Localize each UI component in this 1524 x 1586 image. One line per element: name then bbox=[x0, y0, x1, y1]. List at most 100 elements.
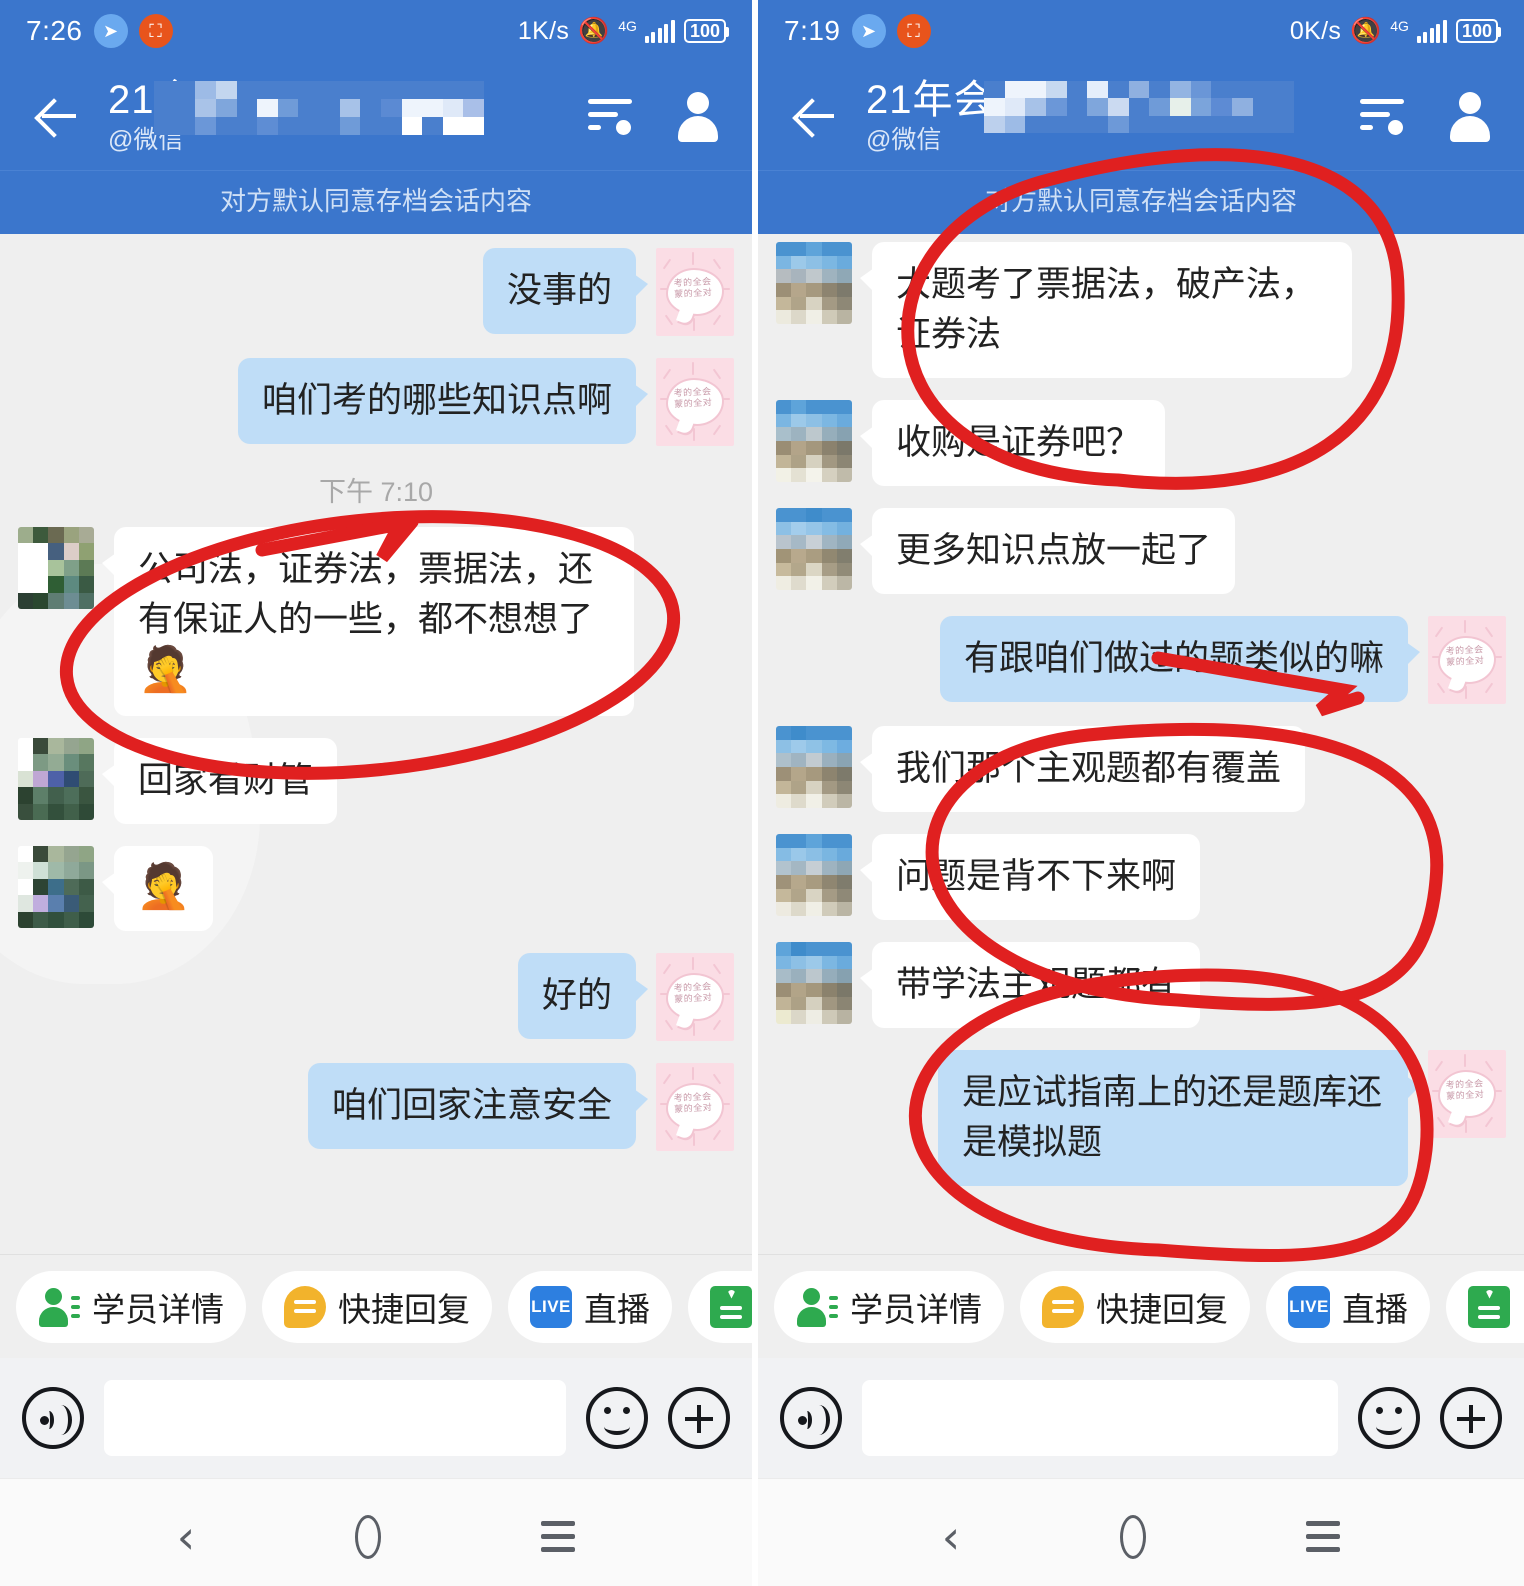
person-icon[interactable] bbox=[676, 92, 720, 142]
back-arrow-icon[interactable] bbox=[26, 88, 82, 144]
message-input-bar bbox=[0, 1358, 752, 1478]
person-icon[interactable] bbox=[1448, 92, 1492, 142]
avatar[interactable] bbox=[776, 942, 852, 1024]
battery-level: 100 bbox=[683, 19, 730, 43]
network-type-label: 4G bbox=[618, 17, 637, 34]
back-arrow-icon[interactable] bbox=[784, 88, 840, 144]
voice-icon[interactable] bbox=[780, 1387, 842, 1449]
message-bubble[interactable]: 咱们考的哪些知识点啊 bbox=[237, 358, 649, 444]
avatar[interactable] bbox=[776, 834, 852, 916]
quick-action-live[interactable]: LIVE 直播 bbox=[508, 1270, 672, 1343]
app-header: 21年会 @微信 bbox=[758, 62, 1524, 170]
avatar[interactable]: 考的全会 蒙的全对 bbox=[1428, 1050, 1506, 1138]
avatar[interactable] bbox=[776, 242, 852, 324]
message-bubble[interactable]: 咱们回家注意安全 bbox=[307, 1063, 649, 1149]
avatar[interactable] bbox=[18, 527, 94, 609]
message-bubble[interactable]: 回家看财管 bbox=[101, 738, 338, 824]
message-row: 咱们回家注意安全 考的全会 蒙的全对 bbox=[0, 1063, 752, 1151]
message-row: 有跟咱们做过的题类似的嘛 考的全会 蒙的全对 bbox=[758, 616, 1524, 704]
telegram-icon: ➤ bbox=[851, 14, 886, 48]
message-input[interactable] bbox=[862, 1380, 1338, 1456]
message-bubble[interactable]: 更多知识点放一起了 bbox=[859, 508, 1236, 594]
person-detail-icon bbox=[796, 1286, 838, 1328]
page-title: 21年会 bbox=[866, 78, 995, 122]
network-speed: 1K/s bbox=[517, 16, 570, 45]
message-bubble[interactable]: 好的 bbox=[517, 953, 649, 1039]
nav-back-icon[interactable]: ‹ bbox=[942, 1514, 960, 1560]
page-title: 21全 bbox=[108, 78, 196, 122]
filter-icon[interactable] bbox=[588, 96, 634, 136]
product-album-icon bbox=[1468, 1285, 1510, 1328]
archive-notice: 对方默认同意存档会话内容 bbox=[758, 170, 1524, 234]
message-row: 公司法，证券法，票据法，还有保证人的一些，都不想想了 🤦 bbox=[0, 527, 752, 716]
message-bubble[interactable]: 🤦 bbox=[102, 846, 213, 931]
avatar[interactable]: 考的全会 蒙的全对 bbox=[1428, 616, 1506, 704]
message-row: 问题是背不下来啊 bbox=[758, 834, 1524, 920]
avatar[interactable]: 考的全会 蒙的全对 bbox=[656, 953, 734, 1041]
plus-icon[interactable] bbox=[668, 1387, 730, 1449]
right-screenshot-panel: 7:19 ➤ ⛶ 0K/s 🔕 4G 100 21年会 @微信 对方默认同意存档… bbox=[758, 0, 1524, 1586]
avatar[interactable] bbox=[18, 738, 94, 820]
message-row: 是应试指南上的还是题库还是模拟题 考的全会 蒙的全对 bbox=[758, 1050, 1524, 1186]
status-bar: 7:26 ➤ ⛶ 1K/s 🔕 4G 100 bbox=[0, 0, 752, 62]
quick-action-student-detail[interactable]: 学员详情 bbox=[16, 1270, 246, 1343]
live-icon: LIVE bbox=[530, 1285, 572, 1328]
message-row: 大题考了票据法，破产法，证券法 bbox=[758, 242, 1524, 378]
avatar[interactable] bbox=[776, 508, 852, 590]
quick-action-quick-reply[interactable]: 快捷回复 bbox=[262, 1270, 492, 1343]
smile-icon[interactable] bbox=[1358, 1387, 1420, 1449]
quick-action-toolbar: 学员详情 快捷回复 LIVE 直播 商品图册 bbox=[0, 1254, 752, 1358]
nav-home-icon[interactable] bbox=[1120, 1514, 1147, 1559]
message-bubble[interactable]: 问题是背不下来啊 bbox=[859, 834, 1201, 920]
status-time: 7:19 bbox=[784, 15, 841, 46]
status-left: 7:19 ➤ ⛶ bbox=[784, 14, 931, 48]
avatar[interactable] bbox=[776, 726, 852, 808]
message-row: 没事的 考的全会 蒙的全对 bbox=[0, 248, 752, 336]
avatar[interactable] bbox=[18, 846, 94, 928]
avatar[interactable]: 考的全会 蒙的全对 bbox=[656, 358, 734, 446]
mute-bell-icon: 🔕 bbox=[578, 16, 610, 45]
telegram-icon: ➤ bbox=[93, 14, 128, 48]
filter-icon[interactable] bbox=[1360, 96, 1406, 136]
message-bubble[interactable]: 大题考了票据法，破产法，证券法 bbox=[860, 242, 1352, 378]
live-icon: LIVE bbox=[1288, 1285, 1330, 1328]
chat-message-list[interactable]: 没事的 考的全会 蒙的全对 咱们考的哪些知识点啊 考的全会 蒙的全对 下午 7:… bbox=[0, 234, 752, 1254]
nav-home-icon[interactable] bbox=[355, 1514, 382, 1559]
signal-bars-icon bbox=[644, 19, 675, 43]
smile-icon[interactable] bbox=[586, 1387, 648, 1449]
status-bar: 7:19 ➤ ⛶ 0K/s 🔕 4G 100 bbox=[758, 0, 1524, 62]
quick-action-live[interactable]: LIVE 直播 bbox=[1266, 1270, 1430, 1343]
nav-recents-icon[interactable] bbox=[1306, 1521, 1341, 1552]
message-row: 收购是证券吧？ bbox=[758, 400, 1524, 486]
plus-icon[interactable] bbox=[1440, 1387, 1502, 1449]
message-bubble[interactable]: 是应试指南上的还是题库还是模拟题 bbox=[938, 1050, 1420, 1186]
chat-message-list[interactable]: 大题考了票据法，破产法，证券法 收购是证券吧？ 更多知识点放一起了 有跟咱们做过… bbox=[758, 234, 1524, 1254]
facepalm-emoji-icon: 🤦 bbox=[138, 645, 193, 694]
system-navigation-bar: ‹ bbox=[758, 1478, 1524, 1586]
message-bubble[interactable]: 收购是证券吧？ bbox=[859, 400, 1166, 486]
message-bubble[interactable]: 有跟咱们做过的题类似的嘛 bbox=[939, 616, 1421, 702]
nav-recents-icon[interactable] bbox=[541, 1521, 576, 1552]
status-right: 0K/s 🔕 4G 100 bbox=[1290, 17, 1502, 46]
header-titles: 21全 @微信 bbox=[108, 77, 588, 155]
quick-action-quick-reply[interactable]: 快捷回复 bbox=[1020, 1270, 1250, 1343]
avatar[interactable]: 考的全会 蒙的全对 bbox=[656, 248, 734, 336]
avatar[interactable] bbox=[776, 400, 852, 482]
nav-back-icon[interactable]: ‹ bbox=[177, 1514, 195, 1560]
message-bubble[interactable]: 公司法，证券法，票据法，还有保证人的一些，都不想想了 🤦 bbox=[102, 527, 634, 716]
message-bubble[interactable]: 我们那个主观题都有覆盖 bbox=[859, 726, 1306, 812]
message-row: 咱们考的哪些知识点啊 考的全会 蒙的全对 bbox=[0, 358, 752, 446]
message-row: 带学法主观题都有 bbox=[758, 942, 1524, 1028]
message-row: 🤦 bbox=[0, 846, 752, 931]
voice-icon[interactable] bbox=[22, 1387, 84, 1449]
quick-action-label: 快捷回复 bbox=[338, 1290, 470, 1328]
message-bubble[interactable]: 带学法主观题都有 bbox=[859, 942, 1201, 1028]
quick-action-student-detail[interactable]: 学员详情 bbox=[774, 1270, 1004, 1343]
message-bubble[interactable]: 没事的 bbox=[482, 248, 649, 334]
quick-action-product-album[interactable]: 商品图册 bbox=[1446, 1270, 1524, 1343]
status-time: 7:26 bbox=[26, 15, 83, 46]
avatar[interactable]: 考的全会 蒙的全对 bbox=[656, 1063, 734, 1151]
quick-action-product-album[interactable]: 商品图册 bbox=[688, 1270, 752, 1343]
message-row: 我们那个主观题都有覆盖 bbox=[758, 726, 1524, 812]
message-input[interactable] bbox=[104, 1380, 566, 1456]
